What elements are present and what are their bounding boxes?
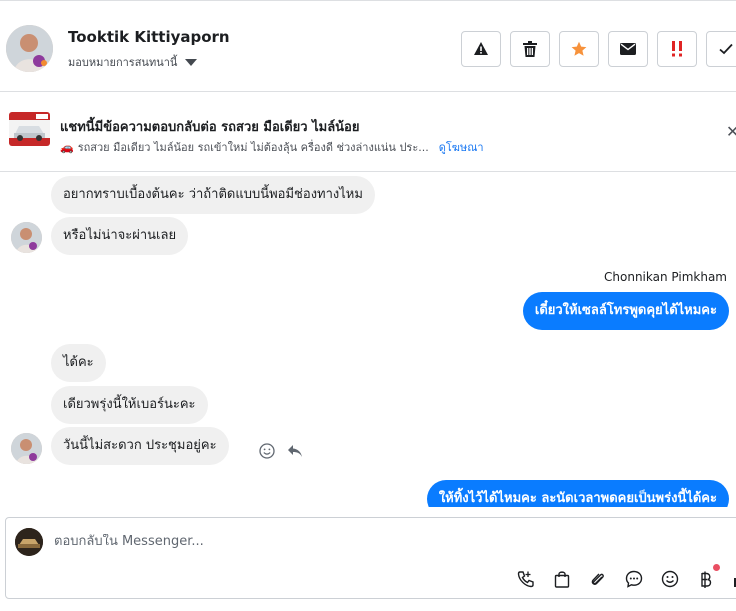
- outgoing-message[interactable]: เดี๋ยวให้เซลล์โทรพูดคุยได้ไหมคะ: [522, 292, 729, 330]
- mail-icon: [620, 43, 636, 55]
- shop-button[interactable]: [550, 567, 573, 590]
- chat-bubble-icon: [625, 570, 642, 588]
- delete-button[interactable]: [510, 31, 550, 67]
- ad-title: แชทนี้มีข้อความตอบกลับต่อ รถสวย มือเดียว…: [60, 120, 360, 135]
- phone-icon: [517, 570, 534, 587]
- spam-button[interactable]: [461, 31, 501, 67]
- ad-thumbnail[interactable]: [9, 112, 50, 146]
- conversation-toolbar: [461, 31, 736, 67]
- check-icon: [719, 43, 733, 55]
- reply-input[interactable]: [54, 534, 654, 549]
- contact-avatar[interactable]: [6, 25, 53, 72]
- star-button[interactable]: [559, 31, 599, 67]
- reply-composer: [5, 517, 736, 599]
- incoming-message[interactable]: อยากทราบเบื้องต้นคะ ว่าถ้าติดแบบนี้พอมีช…: [51, 176, 375, 214]
- incoming-message[interactable]: หรือไม่น่าจะผ่านเลย: [51, 217, 189, 255]
- close-icon[interactable]: ✕: [726, 122, 736, 141]
- message-actions: [259, 443, 303, 459]
- composer-toolbar: [514, 564, 736, 590]
- ad-description-row: 🚗 รถสวย มือเดียว ไมล์น้อย รถเข้าใหม่ ไม่…: [60, 138, 484, 156]
- car-icon: 🚗: [60, 140, 74, 154]
- page-avatar: [15, 528, 43, 556]
- contact-avatar-small: [11, 433, 42, 464]
- shopping-bag-icon: [554, 570, 569, 588]
- incoming-message[interactable]: ได้คะ: [51, 344, 106, 382]
- messenger-window: Tooktik Kittiyaporn มอบหมายการสนทนานี้ แ…: [0, 0, 736, 611]
- important-button[interactable]: [657, 31, 697, 67]
- mark-unread-button[interactable]: [608, 31, 648, 67]
- emoji-button[interactable]: [658, 567, 681, 590]
- notification-dot: [713, 564, 720, 571]
- warning-icon: [474, 42, 488, 55]
- ad-context-banner: แชทนี้มีข้อความตอบกลับต่อ รถสวย มือเดียว…: [0, 92, 736, 172]
- assign-conversation-dropdown[interactable]: มอบหมายการสนทนานี้: [68, 53, 198, 71]
- important-icon: [672, 41, 682, 57]
- message-thread[interactable]: อยากทราบเบื้องต้นคะ ว่าถ้าติดแบบนี้พอมีช…: [0, 172, 736, 507]
- thumbs-up-icon: [733, 577, 736, 587]
- incoming-message[interactable]: วันนี้ไม่สะดวก ประชุมอยู่คะ: [51, 427, 229, 465]
- baht-icon: [700, 571, 711, 588]
- sender-name: Chonnikan Pimkham: [604, 270, 727, 284]
- chevron-down-icon: [185, 58, 198, 66]
- contact-avatar-small: [11, 222, 42, 253]
- ad-description: รถสวย มือเดียว ไมล์น้อย รถเข้าใหม่ ไม่ต้…: [77, 141, 429, 154]
- assign-label: มอบหมายการสนทนานี้: [68, 56, 178, 69]
- star-icon: [571, 41, 587, 56]
- payment-button[interactable]: [694, 564, 720, 590]
- view-ad-link[interactable]: ดูโฆษณา: [439, 138, 484, 156]
- mark-done-button[interactable]: [706, 31, 736, 67]
- call-request-button[interactable]: [514, 567, 537, 590]
- reply-icon[interactable]: [287, 444, 303, 458]
- incoming-message[interactable]: เดียวพรุ่งนี้ให้เบอร์นะคะ: [51, 386, 208, 424]
- attach-button[interactable]: [586, 567, 609, 590]
- react-icon[interactable]: [259, 443, 275, 459]
- like-button[interactable]: [730, 567, 736, 590]
- outgoing-message[interactable]: ให้ทิ้งไว้ได้ไหมคะ ละนัดเวลาพดคยเป็นพร่ง…: [426, 480, 729, 507]
- trash-icon: [523, 41, 537, 57]
- smiley-icon: [661, 570, 678, 587]
- paperclip-icon: [591, 573, 604, 585]
- saved-replies-button[interactable]: [622, 567, 645, 590]
- contact-name: Tooktik Kittiyaporn: [68, 28, 230, 46]
- conversation-header: Tooktik Kittiyaporn มอบหมายการสนทนานี้: [0, 0, 736, 92]
